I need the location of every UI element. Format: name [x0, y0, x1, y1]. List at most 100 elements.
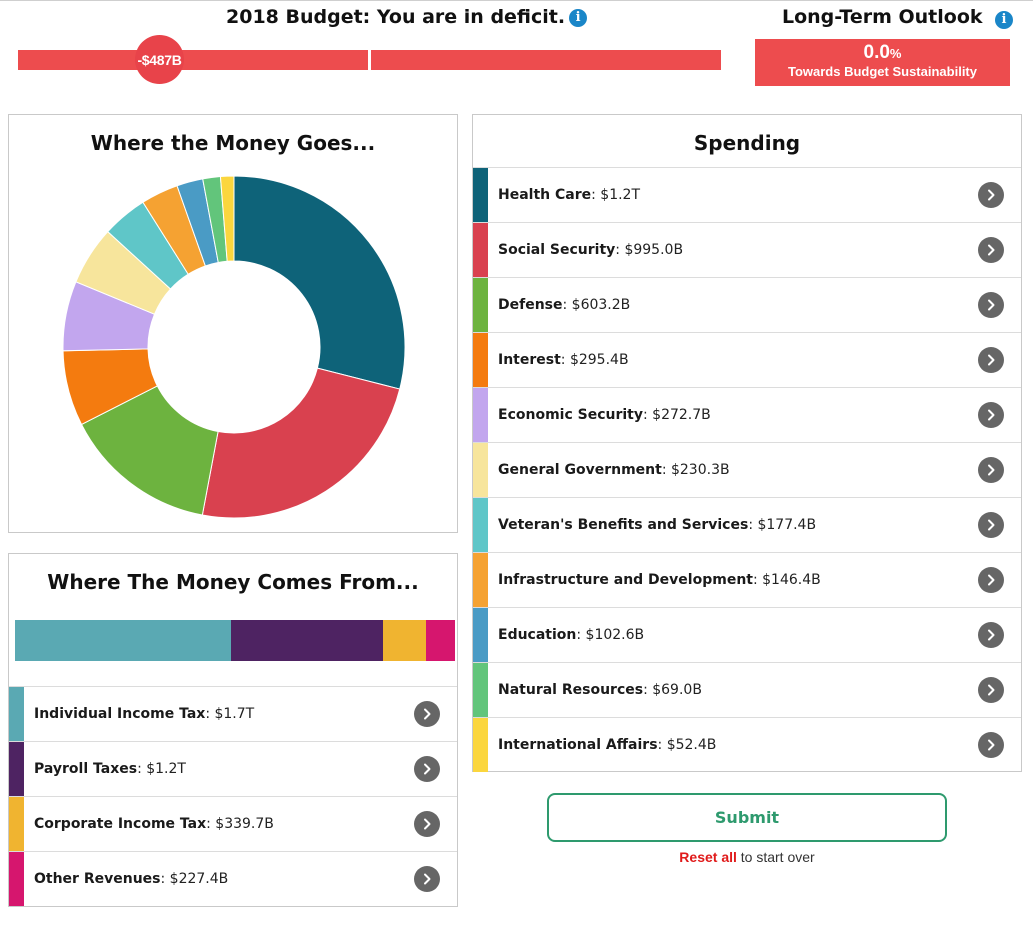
chevron-right-icon[interactable] [978, 182, 1004, 208]
category-amount: : $230.3B [661, 462, 730, 478]
category-name: Defense [498, 297, 563, 313]
category-name: Corporate Income Tax [34, 816, 207, 832]
category-name: Education [498, 627, 577, 643]
category-label: Individual Income Tax: $1.7T [34, 706, 254, 722]
category-label: Veteran's Benefits and Services: $177.4B [498, 517, 816, 533]
category-label: Natural Resources: $69.0B [498, 682, 702, 698]
chevron-right-icon[interactable] [978, 512, 1004, 538]
list-item[interactable]: Health Care: $1.2T [473, 167, 1021, 222]
budget-status-title: 2018 Budget: You are in deficit. i [226, 6, 588, 28]
category-color-swatch [9, 797, 24, 851]
outlook-value: 0.0% [755, 43, 1010, 64]
category-color-swatch [473, 223, 488, 277]
category-label: Economic Security: $272.7B [498, 407, 711, 423]
outlook-caption: Towards Budget Sustainability [787, 64, 977, 79]
chevron-right-icon[interactable] [978, 677, 1004, 703]
category-name: Other Revenues [34, 871, 161, 887]
category-amount: : $995.0B [615, 242, 684, 258]
revenue-bar-segment [230, 620, 384, 661]
list-item[interactable]: General Government: $230.3B [473, 442, 1021, 497]
info-icon[interactable]: i [569, 9, 588, 27]
category-label: Corporate Income Tax: $339.7B [34, 816, 274, 832]
category-color-swatch [473, 718, 488, 772]
chevron-right-icon[interactable] [414, 701, 440, 727]
list-item[interactable]: Defense: $603.2B [473, 277, 1021, 332]
list-item[interactable]: Payroll Taxes: $1.2T [9, 741, 457, 796]
chevron-right-icon[interactable] [978, 237, 1004, 263]
category-label: Interest: $295.4B [498, 352, 629, 368]
category-amount: : $146.4B [752, 572, 821, 588]
spending-panel-title: Spending [693, 131, 801, 155]
category-label: Defense: $603.2B [498, 297, 630, 313]
list-item[interactable]: Education: $102.6B [473, 607, 1021, 662]
category-label: Health Care: $1.2T [498, 187, 640, 203]
reset-all-link[interactable]: Reset all [679, 849, 737, 865]
category-name: Infrastructure and Development [498, 572, 753, 588]
top-divider [0, 0, 1033, 1]
category-amount: : $603.2B [562, 297, 631, 313]
donut-slice[interactable] [201, 367, 401, 519]
list-item[interactable]: Interest: $295.4B [473, 332, 1021, 387]
category-label: Social Security: $995.0B [498, 242, 683, 258]
category-amount: : $1.2T [137, 761, 186, 777]
chevron-right-icon[interactable] [978, 347, 1004, 373]
revenue-list: Individual Income Tax: $1.7T Payroll Taxe… [9, 686, 457, 906]
list-item[interactable]: Individual Income Tax: $1.7T [9, 686, 457, 741]
list-item[interactable]: International Affairs: $52.4B [473, 717, 1021, 772]
reset-suffix: to start over [736, 849, 815, 865]
list-item[interactable]: Social Security: $995.0B [473, 222, 1021, 277]
chevron-right-icon[interactable] [978, 402, 1004, 428]
chevron-right-icon[interactable] [978, 732, 1004, 758]
chevron-right-icon[interactable] [414, 866, 440, 892]
category-name: Payroll Taxes [34, 761, 138, 777]
category-name: Individual Income Tax [34, 706, 206, 722]
list-item[interactable]: Corporate Income Tax: $339.7B [9, 796, 457, 851]
chevron-right-icon[interactable] [414, 756, 440, 782]
category-name: Veteran's Benefits and Services [498, 517, 749, 533]
category-amount: : $102.6B [576, 627, 645, 643]
revenue-stacked-bar [15, 620, 455, 661]
category-name: Social Security [498, 242, 616, 258]
chevron-right-icon[interactable] [978, 622, 1004, 648]
outlook-value-number: 0.0 [863, 42, 890, 63]
chevron-right-icon[interactable] [978, 567, 1004, 593]
revenue-bar-segment [426, 620, 455, 661]
outlook-badge: 0.0% Towards Budget Sustainability [755, 39, 1010, 86]
info-icon[interactable]: i [995, 11, 1013, 29]
reset-line: Reset all to start over [0, 849, 1033, 865]
donut-panel-title: Where the Money Goes... [90, 131, 376, 155]
spending-list: Health Care: $1.2T Social Security: $995.… [473, 167, 1021, 772]
category-color-swatch [9, 742, 24, 796]
category-amount: : $1.2T [591, 187, 641, 203]
submit-button[interactable]: Submit [547, 793, 947, 842]
list-item[interactable]: Infrastructure and Development: $146.4B [473, 552, 1021, 607]
chevron-right-icon[interactable] [414, 811, 440, 837]
category-label: Infrastructure and Development: $146.4B [498, 572, 821, 588]
chevron-right-icon[interactable] [978, 457, 1004, 483]
spending-donut-panel: Where the Money Goes... [8, 114, 458, 533]
list-item[interactable]: Veteran's Benefits and Services: $177.4B [473, 497, 1021, 552]
category-color-swatch [473, 388, 488, 442]
category-amount: : $339.7B [206, 816, 274, 832]
revenue-panel-title: Where The Money Comes From... [47, 570, 419, 594]
category-color-swatch [473, 168, 488, 222]
category-amount: : $272.7B [643, 407, 711, 423]
list-item[interactable]: Economic Security: $272.7B [473, 387, 1021, 442]
category-label: General Government: $230.3B [498, 462, 730, 478]
category-name: Natural Resources [498, 682, 644, 698]
category-color-swatch [473, 663, 488, 717]
chevron-right-icon[interactable] [978, 292, 1004, 318]
revenue-bar-segment [15, 620, 231, 661]
category-name: Economic Security [498, 407, 643, 423]
category-amount: : $177.4B [748, 517, 817, 533]
outlook-title: Long-Term Outlook [782, 6, 983, 28]
donut-slice[interactable] [233, 175, 406, 390]
list-item[interactable]: Natural Resources: $69.0B [473, 662, 1021, 717]
spending-panel: Spending Health Care: $1.2T Social Securi… [472, 114, 1022, 772]
deficit-bar-left [18, 50, 368, 70]
category-label: International Affairs: $52.4B [498, 737, 716, 753]
category-color-swatch [473, 608, 488, 662]
deficit-indicator: -$487B [135, 35, 184, 84]
budget-status-text: 2018 Budget: You are in deficit. [226, 6, 566, 28]
category-label: Other Revenues: $227.4B [34, 871, 228, 887]
